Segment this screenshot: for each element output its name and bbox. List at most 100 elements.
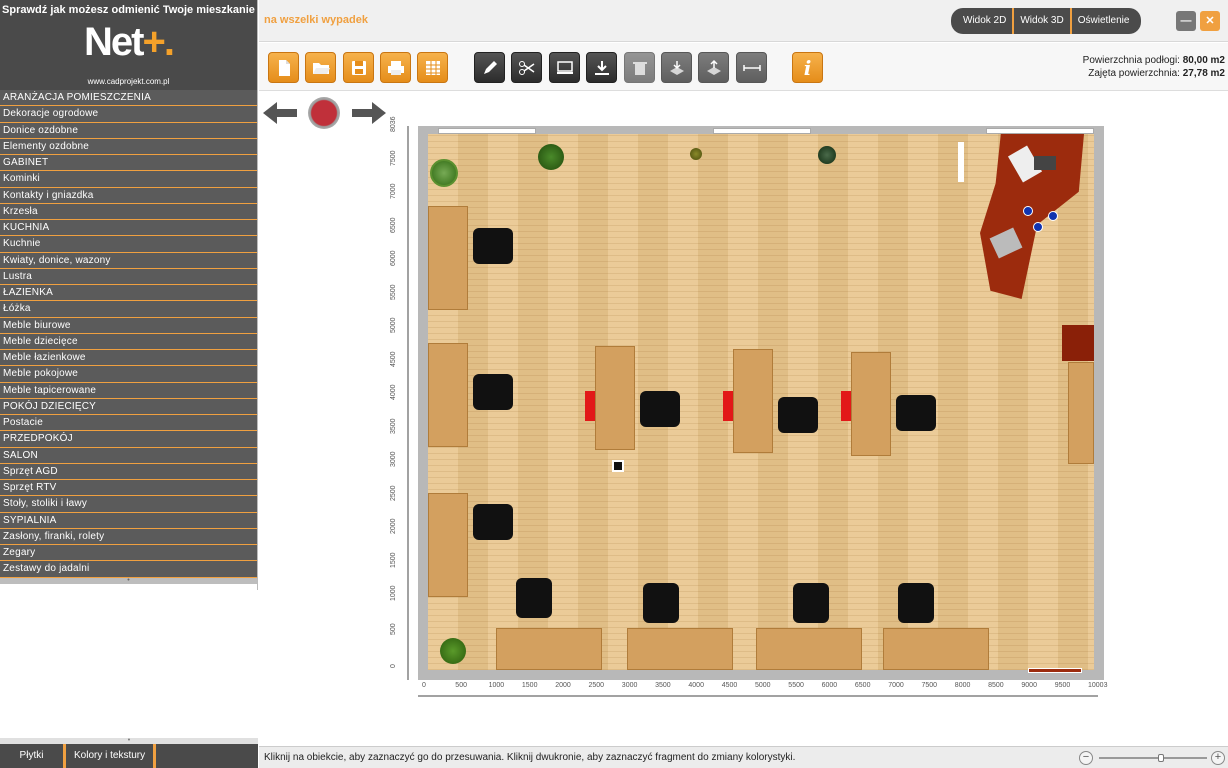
- desk[interactable]: [496, 628, 602, 670]
- category-item[interactable]: Lustra: [0, 269, 257, 285]
- plant-icon[interactable]: [440, 638, 466, 664]
- record-button[interactable]: [308, 97, 340, 129]
- zoom-in-button[interactable]: +: [1211, 751, 1225, 765]
- lighting-button[interactable]: Oświetlenie: [1072, 8, 1136, 34]
- category-item[interactable]: Meble biurowe: [0, 318, 257, 334]
- zoom-slider[interactable]: [1099, 754, 1207, 762]
- info-button[interactable]: i: [792, 52, 823, 83]
- save-button[interactable]: [343, 52, 374, 83]
- office-chair[interactable]: [896, 395, 936, 431]
- category-item[interactable]: KUCHNIA: [0, 220, 257, 237]
- close-button[interactable]: ✕: [1200, 11, 1220, 31]
- monitor[interactable]: [1034, 156, 1056, 170]
- category-item[interactable]: Zasłony, firanki, rolety: [0, 529, 257, 545]
- category-item[interactable]: Krzesła: [0, 204, 257, 220]
- office-chair[interactable]: [793, 583, 829, 623]
- cut-button[interactable]: [511, 52, 542, 83]
- room-floor[interactable]: [428, 128, 1094, 673]
- red-cabinet[interactable]: [585, 391, 595, 421]
- category-item[interactable]: Meble dziecięce: [0, 334, 257, 350]
- window[interactable]: [986, 128, 1094, 134]
- category-item[interactable]: Kominki: [0, 171, 257, 188]
- desk[interactable]: [883, 628, 989, 670]
- category-item[interactable]: PRZEDPOKÓJ: [0, 431, 257, 448]
- desk[interactable]: [851, 352, 891, 456]
- category-item[interactable]: Postacie: [0, 415, 257, 432]
- category-item[interactable]: Łóżka: [0, 301, 257, 318]
- office-chair[interactable]: [516, 578, 552, 618]
- office-chair[interactable]: [898, 583, 934, 623]
- desk[interactable]: [756, 628, 862, 670]
- category-item[interactable]: ŁAZIENKA: [0, 285, 257, 302]
- view-2d-button[interactable]: Widok 2D: [957, 8, 1015, 34]
- arrow-left-icon[interactable]: [263, 100, 297, 126]
- plant-icon[interactable]: [690, 148, 702, 160]
- tab-tiles[interactable]: Płytki: [0, 744, 66, 768]
- office-chair[interactable]: [473, 228, 513, 264]
- open-button[interactable]: [305, 52, 336, 83]
- floor-plan-canvas[interactable]: 8036 7500 7000 6500 6000 5500 5000 4500 4000 3500…: [388, 116, 1107, 710]
- desk[interactable]: [595, 346, 635, 450]
- category-item[interactable]: Kuchnie: [0, 236, 257, 253]
- category-item[interactable]: Sprzęt RTV: [0, 480, 257, 497]
- category-item[interactable]: Zestawy do jadalni: [0, 561, 257, 578]
- desk[interactable]: [428, 493, 468, 597]
- category-item[interactable]: ARANŻACJA POMIESZCZENIA: [0, 90, 257, 107]
- view-3d-button[interactable]: Widok 3D: [1014, 8, 1072, 34]
- cabinet[interactable]: [1062, 325, 1094, 361]
- red-cabinet[interactable]: [841, 391, 851, 421]
- red-cabinet[interactable]: [723, 391, 733, 421]
- category-item[interactable]: Kwiaty, donice, wazony: [0, 253, 257, 269]
- side-table[interactable]: [1068, 362, 1094, 464]
- zoom-out-button[interactable]: −: [1079, 751, 1093, 765]
- download-button[interactable]: [586, 52, 617, 83]
- measure-button[interactable]: [736, 52, 767, 83]
- office-chair[interactable]: [643, 583, 679, 623]
- category-item[interactable]: Dekoracje ogrodowe: [0, 106, 257, 123]
- plant-icon[interactable]: [430, 159, 458, 187]
- plant-icon[interactable]: [818, 146, 836, 164]
- reception-chair[interactable]: [1048, 211, 1058, 221]
- move-down-button[interactable]: [661, 52, 692, 83]
- window[interactable]: [713, 128, 811, 134]
- category-item[interactable]: SALON: [0, 448, 257, 464]
- category-item[interactable]: Meble tapicerowane: [0, 383, 257, 399]
- category-item[interactable]: Elementy ozdobne: [0, 139, 257, 155]
- category-item[interactable]: Sprzęt AGD: [0, 464, 257, 480]
- floor-socket[interactable]: [612, 460, 624, 472]
- screen-button[interactable]: [549, 52, 580, 83]
- office-chair[interactable]: [778, 397, 818, 433]
- reception-chair[interactable]: [1033, 222, 1043, 232]
- zoom-slider-handle[interactable]: [1158, 754, 1165, 762]
- category-list-resize-handle[interactable]: •: [0, 577, 257, 584]
- draw-button[interactable]: [474, 52, 505, 83]
- reception-chair[interactable]: [1023, 206, 1033, 216]
- category-item[interactable]: POKÓJ DZIECIĘCY: [0, 399, 257, 415]
- category-item[interactable]: GABINET: [0, 155, 257, 172]
- move-up-button[interactable]: [698, 52, 729, 83]
- category-item[interactable]: Donice ozdobne: [0, 123, 257, 139]
- category-item[interactable]: Meble łazienkowe: [0, 350, 257, 367]
- table-button[interactable]: [417, 52, 448, 83]
- doormat[interactable]: [1028, 668, 1082, 673]
- office-chair[interactable]: [473, 374, 513, 410]
- window[interactable]: [438, 128, 536, 134]
- office-chair[interactable]: [473, 504, 513, 540]
- delete-button[interactable]: [624, 52, 655, 83]
- category-item[interactable]: Stoły, stoliki i ławy: [0, 496, 257, 513]
- arrow-right-icon[interactable]: [352, 100, 386, 126]
- category-item[interactable]: SYPIALNIA: [0, 513, 257, 529]
- door[interactable]: [958, 142, 964, 182]
- office-chair[interactable]: [640, 391, 680, 427]
- category-item[interactable]: Kontakty i gniazdka: [0, 188, 257, 204]
- minimize-button[interactable]: —: [1176, 11, 1196, 31]
- category-item[interactable]: Meble pokojowe: [0, 366, 257, 383]
- desk[interactable]: [733, 349, 773, 453]
- desk[interactable]: [428, 343, 468, 447]
- new-file-button[interactable]: [268, 52, 299, 83]
- plant-icon[interactable]: [538, 144, 564, 170]
- desk[interactable]: [627, 628, 733, 670]
- category-item[interactable]: Zegary: [0, 545, 257, 562]
- tab-colors-textures[interactable]: Kolory i tekstury: [66, 744, 157, 768]
- print-button[interactable]: [380, 52, 411, 83]
